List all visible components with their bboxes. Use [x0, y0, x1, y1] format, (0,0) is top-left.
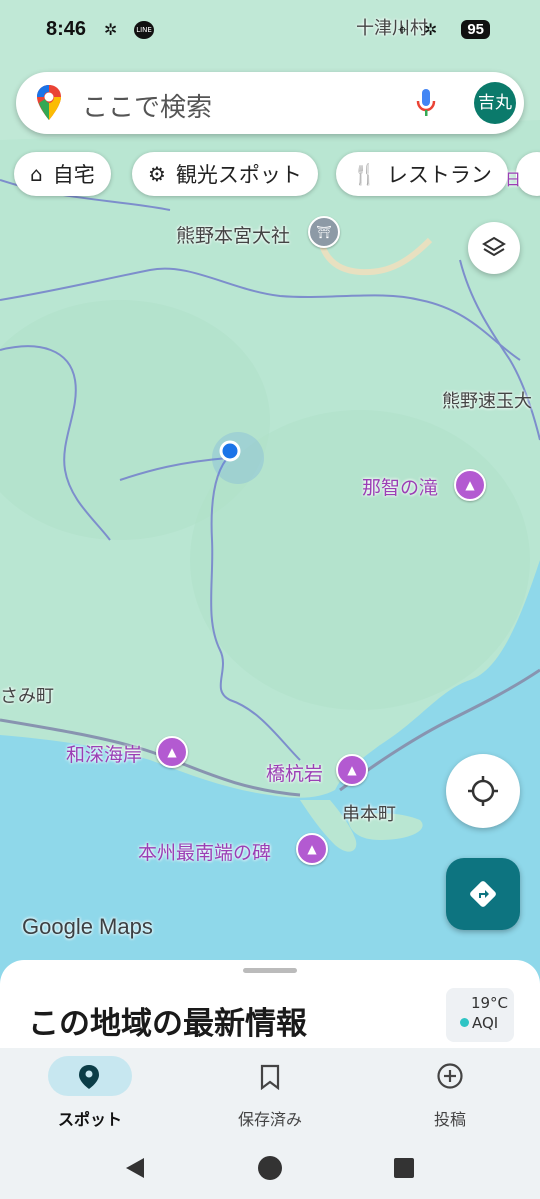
satellite-icon: ✲ [104, 20, 118, 39]
search-bar[interactable]: ここで検索 吉丸 [16, 72, 524, 134]
attraction-pin-icon[interactable]: ▲ [336, 754, 368, 786]
chip-home[interactable]: ⌂ 自宅 [14, 152, 111, 196]
pin-icon [79, 1065, 99, 1089]
back-icon[interactable] [124, 1156, 146, 1180]
aqi-label: AQI [472, 1014, 499, 1032]
home-icon: ⌂ [30, 162, 43, 186]
attraction-icon: ⚙ [148, 162, 166, 186]
directions-button[interactable] [446, 858, 520, 930]
place-label-hayatama[interactable]: 熊野速玉大 [442, 387, 532, 413]
sheet-title: この地域の最新情報 [28, 1006, 307, 1042]
location-status-icon: ⌖ [398, 20, 408, 39]
maps-logo-icon [37, 85, 61, 120]
bottom-navigation: スポット 保存済み 投稿 [0, 1048, 540, 1138]
attraction-pin-icon[interactable]: ▲ [454, 469, 486, 501]
place-label-hongu-taisha[interactable]: 熊野本宮大社 [176, 221, 290, 248]
my-location-button[interactable] [446, 754, 520, 828]
attraction-pin-icon[interactable]: ▲ [296, 833, 328, 865]
crosshair-icon [468, 776, 498, 806]
nav-explore[interactable]: スポット [20, 1048, 160, 1138]
avatar[interactable]: 吉丸 [474, 82, 516, 124]
layers-button[interactable] [468, 222, 520, 274]
system-navigation-bar [0, 1138, 540, 1199]
poi-label-wabuka-coast[interactable]: 和深海岸 [66, 740, 142, 767]
place-label-kushimoto: 串本町 [342, 804, 396, 825]
chip-label: 観光スポット [175, 163, 302, 187]
restaurant-icon: 🍴 [352, 162, 377, 186]
aqi-dot-icon [460, 1018, 469, 1027]
place-label-partial: 日 [505, 170, 522, 189]
nav-label: スポット [57, 1110, 122, 1129]
chip-label: 自宅 [52, 163, 95, 187]
place-label-susami: さみ町 [0, 686, 54, 707]
poi-label-nachi-falls[interactable]: 那智の滝 [362, 473, 438, 500]
nav-label: 保存済み [237, 1110, 302, 1129]
nav-label: 投稿 [433, 1110, 466, 1129]
search-input[interactable]: ここで検索 [82, 87, 212, 124]
chip-label: レストラン [386, 163, 492, 187]
poi-label-hashikui-rock[interactable]: 橋杭岩 [266, 759, 323, 786]
weather-widget[interactable]: 19°C AQI [446, 988, 514, 1042]
layers-icon [482, 236, 506, 257]
place-label-totsukawa: 十津川村 [356, 18, 428, 39]
add-circle-icon [437, 1063, 463, 1089]
shrine-icon[interactable]: ⛩ [308, 216, 340, 248]
battery-indicator: 95 [461, 20, 490, 39]
nav-contribute[interactable]: 投稿 [380, 1048, 520, 1138]
chip-restaurants[interactable]: 🍴 レストラン [336, 152, 508, 196]
attraction-pin-icon[interactable]: ▲ [156, 736, 188, 768]
temperature: 19°C [470, 994, 508, 1012]
chip-attractions[interactable]: ⚙ 観光スポット [132, 152, 318, 196]
bookmark-icon [260, 1064, 280, 1090]
recents-icon[interactable] [394, 1158, 414, 1178]
nav-saved[interactable]: 保存済み [200, 1048, 340, 1138]
google-maps-watermark: Google Maps [22, 914, 153, 939]
microphone-icon[interactable] [416, 88, 436, 118]
line-app-icon: LINE [134, 21, 154, 39]
sheet-drag-handle[interactable] [243, 968, 297, 973]
poi-label-southern-tip-monument[interactable]: 本州最南端の碑 [138, 838, 271, 865]
satellite-icon: ✲ [424, 20, 438, 39]
home-nav-icon[interactable] [258, 1156, 282, 1180]
status-time: 8:46 [46, 18, 87, 40]
directions-icon [470, 881, 496, 907]
